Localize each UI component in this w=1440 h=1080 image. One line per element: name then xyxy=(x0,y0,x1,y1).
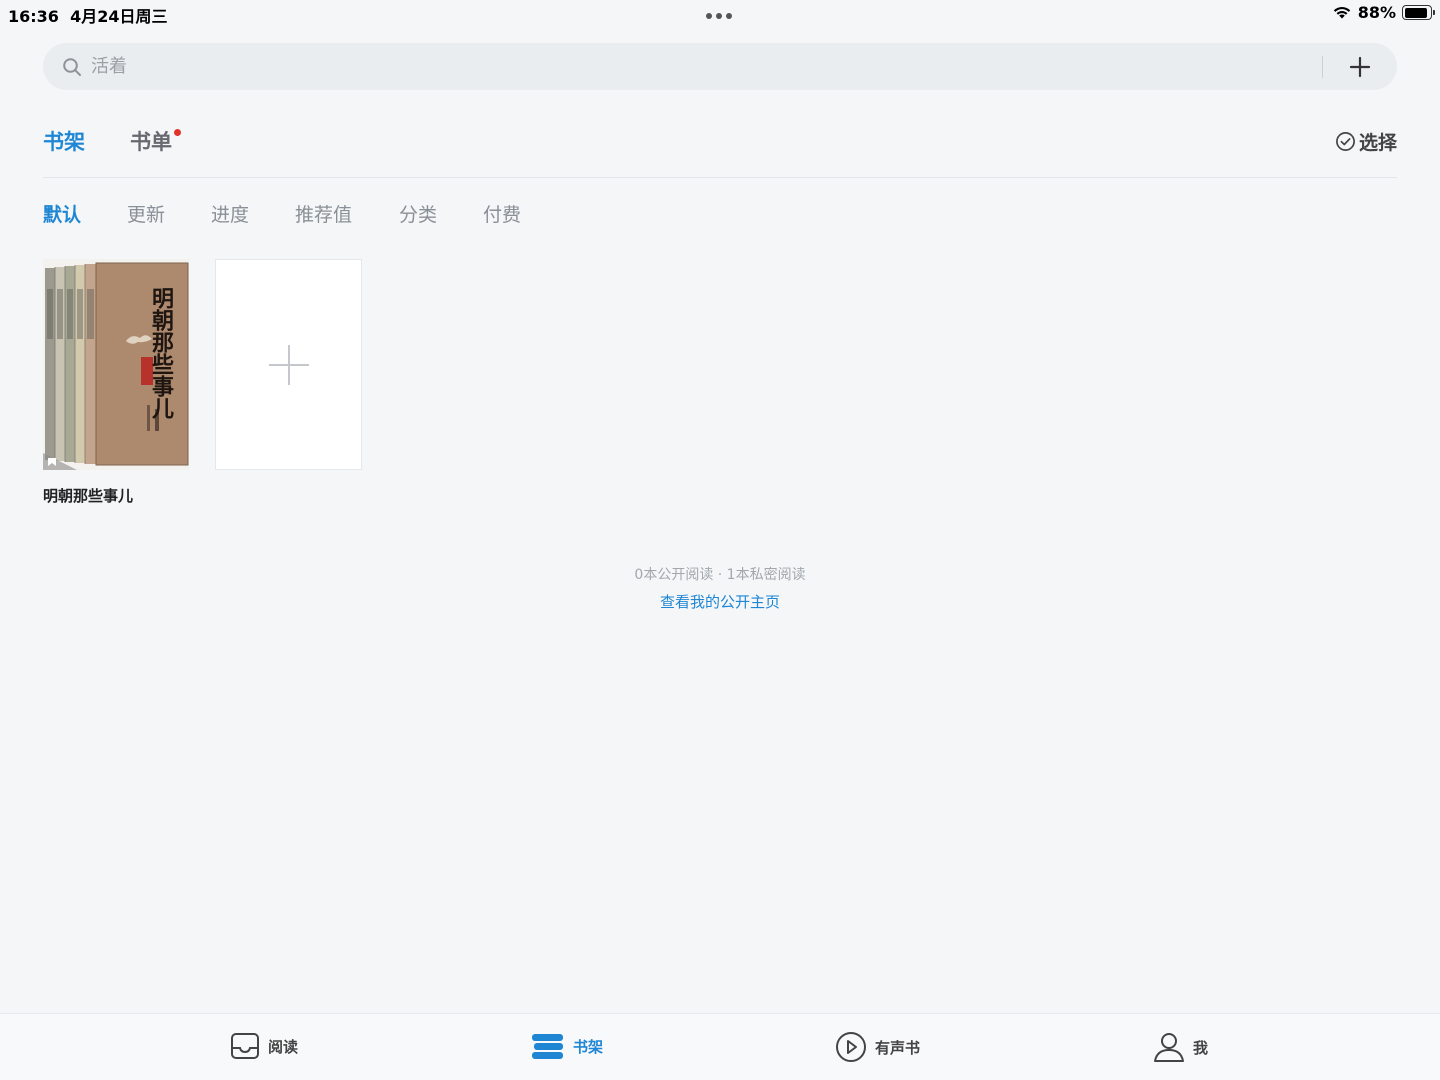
play-circle-icon xyxy=(836,1032,866,1062)
battery-percent: 88% xyxy=(1357,3,1396,22)
nav-me-label: 我 xyxy=(1193,1038,1209,1057)
sort-tab-default[interactable]: 默认 xyxy=(43,200,81,227)
search-divider xyxy=(1322,56,1323,78)
battery-icon xyxy=(1402,5,1435,20)
select-label: 选择 xyxy=(1358,132,1397,154)
time-text: 16:36 xyxy=(8,7,59,26)
book-item[interactable]: 明朝那些事儿 明朝那些事儿 xyxy=(43,259,189,506)
book-cover[interactable]: 明朝那些事儿 xyxy=(43,259,189,470)
select-button[interactable]: 选择 xyxy=(1335,128,1397,155)
add-icon[interactable] xyxy=(1343,51,1377,83)
add-book-button[interactable] xyxy=(215,259,362,470)
nav-read-label: 阅读 xyxy=(268,1037,299,1056)
header-divider xyxy=(43,177,1397,178)
nav-audiobook-label: 有声书 xyxy=(875,1038,921,1057)
plus-icon xyxy=(269,345,309,385)
check-circle-icon xyxy=(1336,132,1355,151)
bookshelf-icon xyxy=(532,1034,563,1059)
nav-bookshelf-label: 书架 xyxy=(573,1037,604,1056)
search-input[interactable] xyxy=(91,51,1291,82)
book-cover-image: 明朝那些事儿 xyxy=(43,259,189,470)
wifi-icon xyxy=(1333,7,1350,19)
reading-stats: 0本公开阅读 · 1本私密阅读 xyxy=(634,567,806,583)
sort-tab-category[interactable]: 分类 xyxy=(399,200,437,227)
book-title[interactable]: 明朝那些事儿 xyxy=(43,485,189,506)
cover-title-text: 明朝那些事儿 xyxy=(148,287,175,420)
tab-booklist-label: 书单 xyxy=(130,130,172,154)
person-icon xyxy=(1154,1033,1184,1062)
tab-booklist[interactable]: 书单 xyxy=(130,126,181,156)
date-text: 4月24日周三 xyxy=(70,7,168,26)
search-bar xyxy=(43,43,1397,90)
sort-tab-rating[interactable]: 推荐值 xyxy=(295,200,352,227)
bottom-nav: 阅读 书架 有声书 我 xyxy=(0,1013,1440,1080)
search-icon xyxy=(63,58,81,76)
bookshelf-screen: 16:36 4月24日周三 88% 活着 书架 书单 选择 默认 更新 进度 推… xyxy=(0,0,1440,1080)
nav-item-audiobook[interactable]: 有声书 xyxy=(835,1031,920,1063)
nav-item-me[interactable]: 我 xyxy=(1153,1031,1208,1063)
tab-bookshelf[interactable]: 书架 xyxy=(43,126,85,156)
inbox-tray-icon xyxy=(231,1033,259,1059)
tab-bookshelf-label: 书架 xyxy=(43,130,85,154)
sort-tab-updated[interactable]: 更新 xyxy=(127,200,165,227)
nav-item-read[interactable]: 阅读 xyxy=(230,1031,298,1061)
sort-tab-progress[interactable]: 进度 xyxy=(211,200,249,227)
multitasking-dots-icon[interactable] xyxy=(706,13,732,19)
status-time: 16:36 4月24日周三 xyxy=(8,3,167,27)
battery-level xyxy=(1404,7,1427,18)
status-indicators: 88% xyxy=(1332,3,1435,22)
sort-tab-paid[interactable]: 付费 xyxy=(483,200,521,227)
notification-dot xyxy=(174,129,181,136)
public-profile-link[interactable]: 查看我的公开主页 xyxy=(0,591,1440,612)
nav-item-bookshelf[interactable]: 书架 xyxy=(531,1031,603,1061)
status-bar: 16:36 4月24日周三 88% xyxy=(0,0,1440,28)
